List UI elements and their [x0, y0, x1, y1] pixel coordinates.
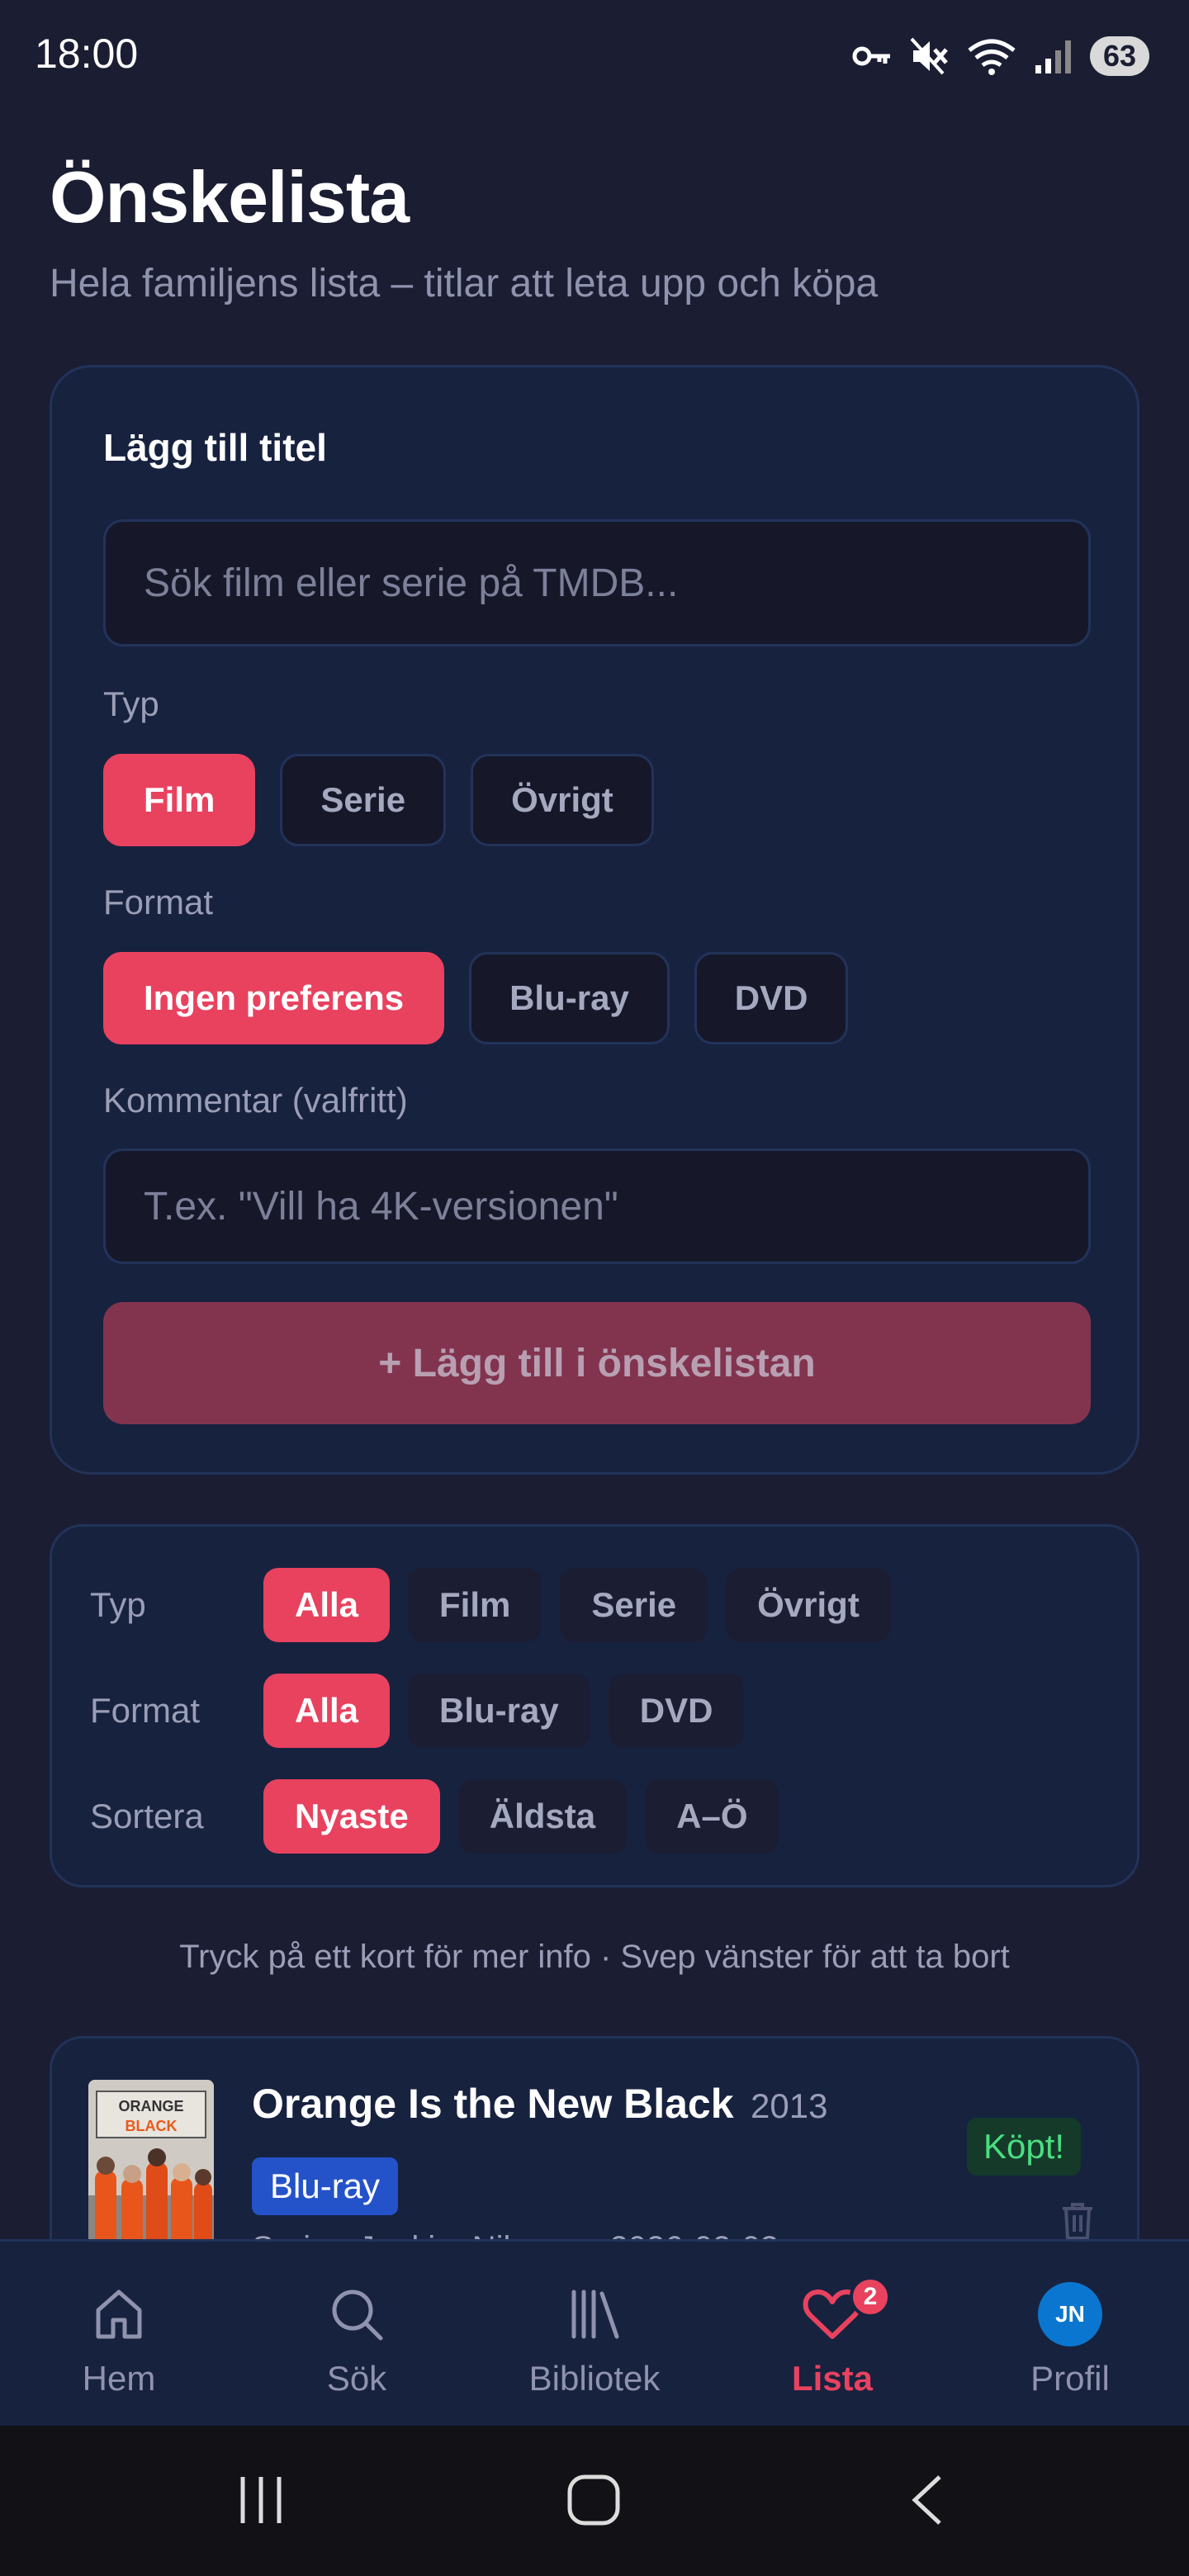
filter-format-bluray[interactable]: Blu-ray — [408, 1674, 590, 1748]
nav-item-list[interactable]: 2 Lista — [713, 2242, 951, 2428]
library-icon — [566, 2281, 623, 2347]
recent-apps-icon[interactable] — [236, 2474, 286, 2531]
comment-input[interactable]: T.ex. "Vill ha 4K-versionen" — [103, 1148, 1091, 1264]
poster-text-orange: ORANGE — [118, 2098, 183, 2114]
bought-status-badge[interactable]: Köpt! — [967, 2118, 1082, 2176]
filter-format-dvd[interactable]: DVD — [608, 1674, 745, 1748]
nav-label-search: Sök — [326, 2359, 387, 2398]
avatar: JN — [1038, 2282, 1102, 2346]
item-title: Orange Is the New Black — [252, 2081, 734, 2127]
sort-oldest[interactable]: Äldsta — [457, 1779, 628, 1854]
filter-row-sort: Sortera Nyaste Äldsta A–Ö — [90, 1779, 779, 1854]
type-chip-serie[interactable]: Serie — [280, 754, 447, 846]
filter-row-type: Typ Alla Film Serie Övrigt — [90, 1568, 891, 1642]
status-icons: 63 — [852, 33, 1149, 79]
filter-format-all[interactable]: Alla — [263, 1674, 391, 1748]
avatar-wrap: JN — [1038, 2281, 1102, 2347]
filter-format-label: Format — [90, 1691, 201, 1730]
format-chip-dvd[interactable]: DVD — [694, 952, 849, 1044]
format-chip-no-preference[interactable]: Ingen preferens — [103, 952, 445, 1044]
page-title: Önskelista — [50, 156, 410, 238]
list-hint: Tryck på ett kort för mer info · Svep vä… — [179, 1939, 1010, 1975]
sort-alphabetical[interactable]: A–Ö — [645, 1779, 779, 1854]
home-icon — [90, 2281, 148, 2347]
key-icon — [852, 46, 890, 66]
type-chip-row: Film Serie Övrigt — [103, 754, 654, 846]
status-time: 18:00 — [35, 31, 139, 77]
type-chip-ovrigt[interactable]: Övrigt — [471, 754, 654, 846]
filter-row-format: Format Alla Blu-ray DVD — [90, 1674, 745, 1748]
filter-sort-label: Sortera — [90, 1797, 204, 1835]
nav-item-search[interactable]: Sök — [238, 2242, 476, 2428]
system-navigation-bar — [0, 2426, 1189, 2576]
bottom-navigation: Hem Sök Bibliotek 2 Lista JN Profil — [0, 2239, 1189, 2426]
format-label: Format — [103, 883, 214, 921]
nav-label-profile: Profil — [1030, 2359, 1110, 2398]
sort-newest[interactable]: Nyaste — [263, 1779, 440, 1854]
signal-icon — [1035, 40, 1071, 73]
type-label: Typ — [103, 684, 159, 723]
comment-placeholder: T.ex. "Vill ha 4K-versionen" — [144, 1184, 618, 1229]
status-bar: 18:00 63 — [0, 0, 1189, 107]
filter-type-serie[interactable]: Serie — [560, 1568, 708, 1642]
add-title-card: Lägg till titel Sök film eller serie på … — [50, 365, 1139, 1475]
nav-list-badge: 2 — [850, 2276, 891, 2318]
filter-type-film[interactable]: Film — [408, 1568, 542, 1642]
heart-icon: 2 — [802, 2276, 891, 2347]
nav-item-home[interactable]: Hem — [0, 2242, 238, 2428]
tmdb-search-input[interactable]: Sök film eller serie på TMDB... — [103, 519, 1091, 646]
format-chip-bluray[interactable]: Blu-ray — [469, 952, 670, 1044]
filter-type-label: Typ — [90, 1585, 146, 1624]
format-badge: Blu-ray — [252, 2157, 399, 2215]
nav-label-list: Lista — [791, 2359, 874, 2398]
poster-text-black: BLACK — [126, 2118, 178, 2134]
nav-item-library[interactable]: Bibliotek — [476, 2242, 713, 2428]
type-chip-film[interactable]: Film — [103, 754, 256, 846]
nav-label-home: Hem — [82, 2359, 156, 2398]
format-chip-row: Ingen preferens Blu-ray DVD — [103, 952, 849, 1044]
search-placeholder: Sök film eller serie på TMDB... — [144, 561, 679, 605]
mute-icon — [910, 37, 948, 75]
wifi-icon — [968, 39, 1016, 75]
comment-label: Kommentar (valfritt) — [103, 1081, 408, 1120]
search-icon — [328, 2281, 386, 2347]
filter-card: Typ Alla Film Serie Övrigt Format Alla B… — [50, 1524, 1139, 1887]
battery-indicator: 63 — [1089, 36, 1149, 76]
filter-type-ovrigt[interactable]: Övrigt — [726, 1568, 891, 1642]
add-title-heading: Lägg till titel — [103, 426, 327, 469]
page-subtitle: Hela familjens lista – titlar att leta u… — [50, 262, 879, 305]
nav-item-profile[interactable]: JN Profil — [951, 2242, 1189, 2428]
nav-label-library: Bibliotek — [528, 2359, 661, 2398]
home-button-icon[interactable] — [566, 2474, 621, 2531]
back-icon[interactable] — [907, 2474, 946, 2531]
add-to-wishlist-button[interactable]: + Lägg till i önskelistan — [103, 1302, 1091, 1424]
filter-type-all[interactable]: Alla — [263, 1568, 391, 1642]
item-year: 2013 — [751, 2086, 828, 2125]
